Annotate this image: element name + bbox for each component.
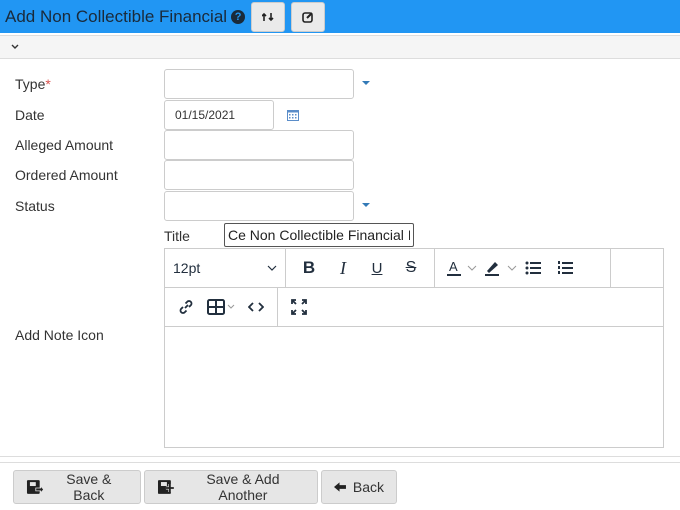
link-icon <box>179 300 193 314</box>
editor-toolbar-row-1: 12pt B I U S A <box>165 249 663 288</box>
code-icon <box>248 302 264 312</box>
edit-icon <box>302 11 313 23</box>
note-label: Add Note Icon <box>15 327 104 343</box>
fullscreen-icon <box>291 299 307 315</box>
text-color-icon: A <box>447 259 461 276</box>
highlighter-icon <box>485 262 499 276</box>
text-color-button[interactable]: A <box>441 254 467 282</box>
save-icon <box>26 480 44 494</box>
status-label: Status <box>15 198 55 214</box>
page-header: Add Non Collectible Financial ? <box>0 0 680 33</box>
save-back-button[interactable]: Save & Back <box>13 470 141 504</box>
strikethrough-button[interactable]: S <box>394 254 428 282</box>
numbered-list-icon <box>558 261 573 274</box>
alleged-amount-label: Alleged Amount <box>15 137 114 153</box>
bullet-list-icon <box>525 261 541 275</box>
divider <box>0 456 680 457</box>
chevron-down-icon[interactable] <box>10 40 20 54</box>
rich-text-editor: 12pt B I U S A <box>164 248 664 448</box>
type-select[interactable] <box>164 69 354 99</box>
toggle-button[interactable] <box>251 1 286 32</box>
type-label: Type* <box>15 76 51 92</box>
title-input[interactable] <box>224 223 414 247</box>
back-button[interactable]: Back <box>321 470 397 504</box>
collapse-bar[interactable] <box>0 35 680 59</box>
page-title: Add Non Collectible Financial <box>5 6 228 26</box>
calendar-icon[interactable] <box>287 109 299 121</box>
italic-button[interactable]: I <box>326 254 360 282</box>
caret-down-icon[interactable] <box>362 81 370 85</box>
ordered-amount-input[interactable] <box>164 160 354 190</box>
link-button[interactable] <box>171 293 201 321</box>
fullscreen-button[interactable] <box>284 293 314 321</box>
date-input[interactable] <box>164 100 274 130</box>
numbered-list-button[interactable] <box>549 254 581 282</box>
chevron-down-icon[interactable] <box>507 265 517 271</box>
bold-button[interactable]: B <box>292 254 326 282</box>
title-label: Title <box>164 228 190 244</box>
code-button[interactable] <box>241 293 271 321</box>
divider <box>0 462 680 463</box>
status-select[interactable] <box>164 191 354 221</box>
table-button[interactable] <box>201 293 241 321</box>
chevron-down-icon <box>267 265 277 271</box>
font-size-select[interactable]: 12pt <box>165 260 285 276</box>
arrow-left-icon <box>334 482 346 492</box>
underline-button[interactable]: U <box>360 254 394 282</box>
editor-toolbar-row-2 <box>165 288 663 327</box>
question-circle-icon[interactable]: ? <box>231 9 246 24</box>
table-icon <box>207 299 235 315</box>
svg-text:A: A <box>449 259 458 274</box>
save-add-another-button[interactable]: Save & Add Another <box>144 470 318 504</box>
alleged-amount-input[interactable] <box>164 130 354 160</box>
save-plus-icon <box>157 480 174 494</box>
chevron-down-icon[interactable] <box>467 265 477 271</box>
caret-down-icon[interactable] <box>362 203 370 207</box>
editor-body[interactable] <box>165 327 663 447</box>
ordered-amount-label: Ordered Amount <box>15 167 118 183</box>
date-label: Date <box>15 107 45 123</box>
swap-icon <box>262 12 274 21</box>
bullet-list-button[interactable] <box>517 254 549 282</box>
highlight-button[interactable] <box>477 254 507 282</box>
edit-button[interactable] <box>291 1 326 32</box>
